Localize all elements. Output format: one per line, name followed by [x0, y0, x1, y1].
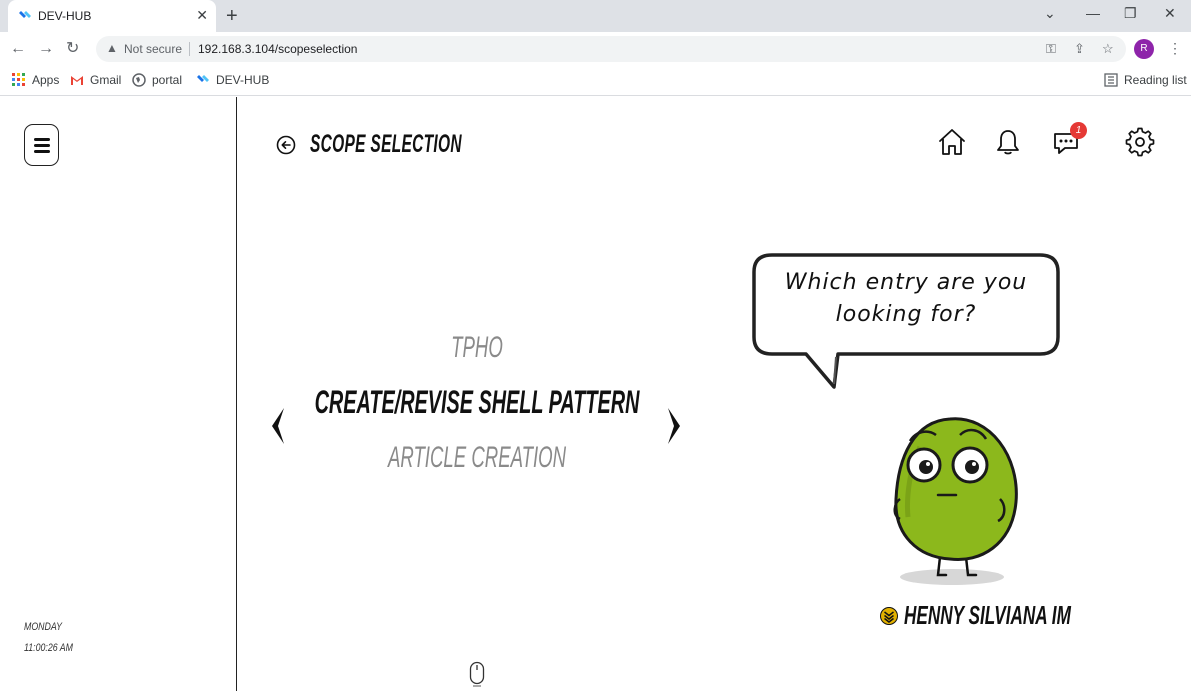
close-tab-icon[interactable]: ✕	[196, 6, 208, 24]
bell-icon[interactable]	[993, 127, 1023, 157]
scroll-mouse-icon	[469, 661, 485, 687]
address-bar[interactable]: ▲ Not secure 192.168.3.104/scopeselectio…	[96, 36, 1126, 62]
gear-icon[interactable]	[1125, 127, 1155, 157]
home-icon[interactable]	[937, 127, 967, 157]
bookmark-gmail[interactable]: Gmail	[70, 73, 121, 87]
clock-label: 11:00:26 AM	[24, 642, 73, 654]
forward-arrow-icon[interactable]: →	[38, 40, 54, 58]
reading-list-icon	[1104, 73, 1118, 87]
profile-avatar[interactable]: R	[1134, 39, 1154, 59]
user-info: HENNY SILVIANA IM	[880, 600, 1157, 631]
devhub-favicon-icon	[19, 11, 31, 18]
tab-title: DEV-HUB	[38, 9, 92, 23]
bookmark-portal[interactable]: portal	[132, 73, 182, 87]
rank-badge-icon	[880, 606, 898, 625]
maximize-icon[interactable]: ❐	[1124, 5, 1137, 22]
star-icon[interactable]: ☆	[1102, 41, 1114, 57]
mascot-character	[893, 417, 1018, 585]
menu-line	[34, 138, 50, 141]
user-name: HENNY SILVIANA IM	[904, 600, 1071, 630]
security-label: Not secure	[124, 42, 183, 56]
reading-list[interactable]: Reading list	[1104, 73, 1187, 87]
speech-line: looking for?	[835, 302, 977, 327]
app-area: MONDAY 11:00:26 AM SCOPE SELECTION 1 TPH…	[0, 97, 1191, 691]
bookmark-devhub[interactable]: DEV-HUB	[196, 73, 269, 87]
more-menu-icon[interactable]: ⋮	[1168, 40, 1182, 57]
carousel-next-button[interactable]	[666, 406, 684, 446]
day-label: MONDAY	[24, 621, 62, 633]
bookmark-label: DEV-HUB	[216, 73, 270, 87]
apps-grid-icon	[12, 73, 25, 86]
speech-text: Which entry are you looking for?	[766, 267, 1046, 331]
minimize-icon[interactable]: —	[1086, 5, 1100, 21]
bookmark-label: portal	[152, 73, 183, 87]
reload-icon[interactable]: ↻	[66, 40, 79, 58]
devhub-favicon-icon	[197, 75, 209, 82]
carousel-prev-button[interactable]	[268, 406, 286, 446]
page-title: SCOPE SELECTION	[310, 130, 462, 158]
browser-toolbar: ← → ↻ ▲ Not secure 192.168.3.104/scopese…	[0, 32, 1191, 66]
gmail-icon	[71, 76, 83, 85]
close-window-icon[interactable]: ✕	[1164, 5, 1176, 22]
url-text[interactable]: 192.168.3.104/scopeselection	[198, 42, 357, 56]
key-icon[interactable]: ⚿	[1046, 41, 1056, 57]
back-circle-icon[interactable]	[276, 135, 296, 155]
carousel-option-next[interactable]: ARTICLE CREATION	[388, 441, 566, 475]
new-tab-icon[interactable]: +	[226, 4, 238, 28]
warning-icon: ▲	[106, 41, 118, 55]
bookmark-label: Apps	[32, 73, 60, 87]
menu-line	[34, 144, 50, 147]
browser-tabstrip: DEV-HUB ✕ + ⌄ — ❐ ✕	[0, 0, 1191, 32]
share-icon[interactable]: ⇪	[1074, 41, 1085, 57]
bookmark-label: Gmail	[90, 73, 122, 87]
menu-toggle-button[interactable]	[24, 124, 59, 166]
bookmarks-bar: Apps Gmail portal DEV-HUB Reading list	[0, 66, 1191, 96]
globe-icon	[132, 73, 146, 87]
speech-line: Which entry are you	[784, 270, 1028, 295]
carousel-option-prev[interactable]: TPHO	[451, 331, 503, 365]
chevron-down-icon[interactable]: ⌄	[1044, 5, 1056, 22]
bookmark-apps[interactable]: Apps	[12, 73, 59, 87]
back-arrow-icon[interactable]: ←	[10, 40, 26, 58]
menu-line	[34, 150, 50, 153]
browser-tab[interactable]: DEV-HUB ✕	[8, 0, 216, 32]
carousel-option-current[interactable]: CREATE/REVISE SHELL PATTERN	[315, 384, 640, 421]
notification-badge: 1	[1070, 122, 1087, 139]
divider	[189, 42, 190, 56]
reading-list-label: Reading list	[1124, 73, 1187, 87]
sidebar: MONDAY 11:00:26 AM	[0, 97, 237, 691]
